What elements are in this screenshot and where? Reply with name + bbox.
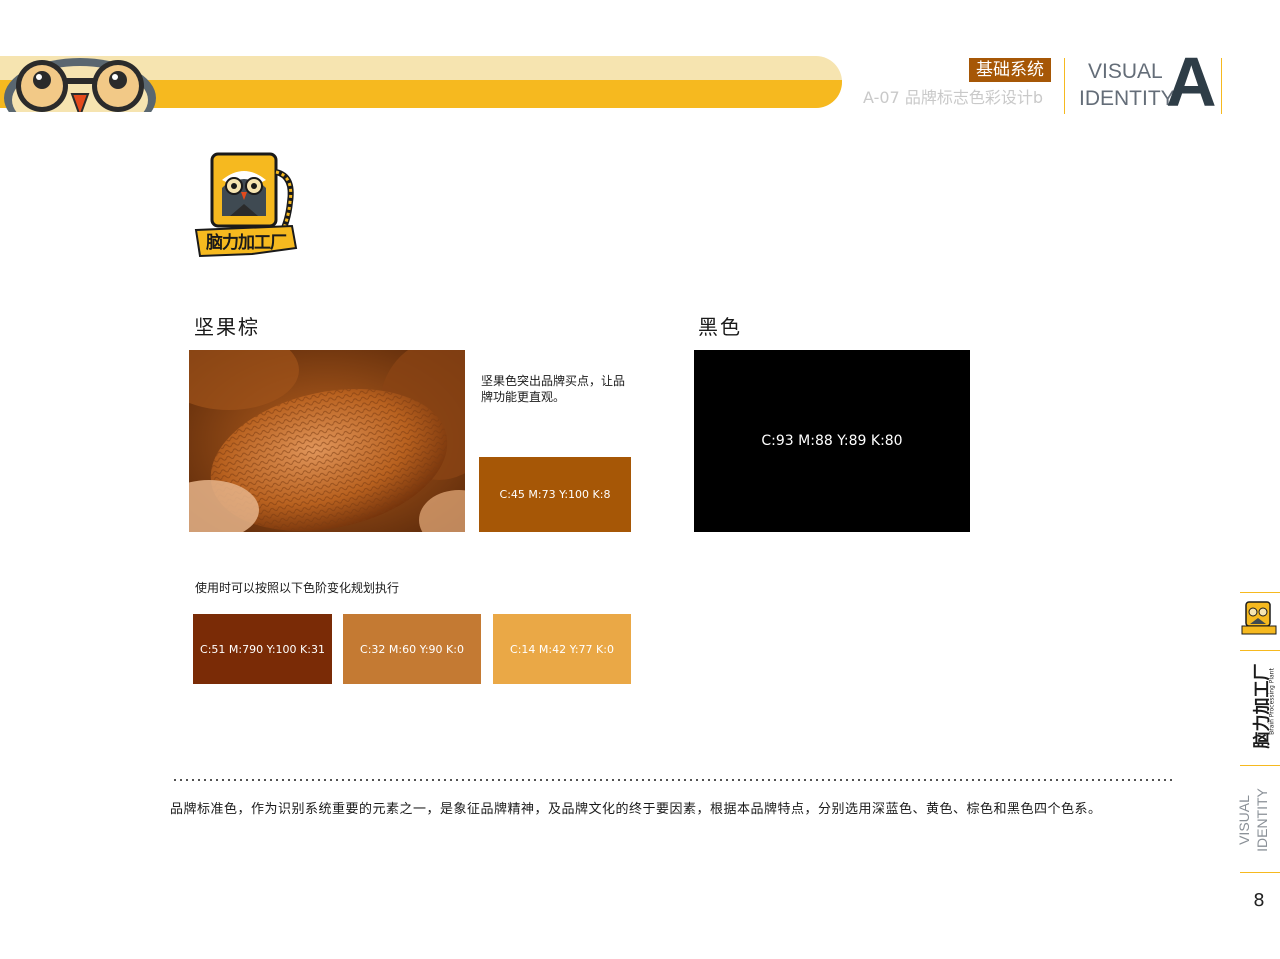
page-number: 8: [1253, 890, 1265, 911]
section-tag: 基础系统: [969, 58, 1051, 82]
sidebar-brand: 脑力加工厂 Brain Processing Plant: [1248, 664, 1276, 749]
sidebar-rule: [1240, 592, 1280, 593]
page-subtitle: A-07 品牌标志色彩设计b: [863, 88, 1043, 107]
brown-swatch: C:45 M:73 Y:100 K:8: [479, 457, 631, 532]
logo-wordmark: 脑力加工厂: [206, 233, 287, 253]
gradient-note: 使用时可以按照以下色阶变化规划执行: [195, 581, 400, 595]
black-swatch-label: C:93 M:88 Y:89 K:80: [761, 433, 903, 449]
footer-description: 品牌标准色，作为识别系统重要的元素之一，是象征品牌精神，及品牌文化的终于要因素，…: [170, 802, 1102, 817]
sidebar-visual: VISUAL: [1236, 795, 1252, 845]
black-swatch: C:93 M:88 Y:89 K:80: [694, 350, 970, 532]
brown-title: 坚果棕: [194, 315, 260, 339]
gradient-swatch-label: C:14 M:42 Y:77 K:0: [510, 642, 614, 656]
section-letter: A: [1166, 43, 1217, 121]
dotted-divider: [172, 778, 1172, 782]
sidebar-rule: [1240, 872, 1280, 873]
sidebar-brand-en: Brain Processing Plant: [1268, 668, 1276, 735]
almond-photo: [189, 350, 465, 532]
visual-text: VISUAL: [1088, 60, 1163, 83]
identity-text: IDENTITY: [1079, 87, 1175, 110]
black-title: 黑色: [698, 315, 742, 339]
sidebar-logo-icon: [1240, 600, 1278, 636]
gradient-swatch-mid: C:32 M:60 Y:90 K:0: [343, 614, 481, 684]
gradient-swatch-light: C:14 M:42 Y:77 K:0: [493, 614, 631, 684]
gradient-swatch-dark: C:51 M:790 Y:100 K:31: [193, 614, 332, 684]
header-divider-right: [1221, 58, 1222, 114]
header-divider: [1064, 58, 1065, 114]
owl-eyes-icon: [4, 56, 156, 112]
gradient-swatch-label: C:51 M:790 Y:100 K:31: [200, 642, 325, 656]
gradient-swatch-label: C:32 M:60 Y:90 K:0: [360, 642, 464, 656]
sidebar-rule: [1240, 765, 1280, 766]
brown-description: 坚果色突出品牌买点，让品牌功能更直观。: [481, 374, 626, 404]
sidebar-identity: IDENTITY: [1254, 788, 1270, 852]
visual-identity-label: VISUAL IDENTITY: [1079, 58, 1175, 112]
brand-logo: 脑力加工厂: [192, 152, 300, 262]
brown-swatch-label: C:45 M:73 Y:100 K:8: [499, 488, 611, 501]
sidebar-visual-identity: VISUAL IDENTITY: [1224, 788, 1280, 852]
sidebar-rule: [1240, 650, 1280, 651]
